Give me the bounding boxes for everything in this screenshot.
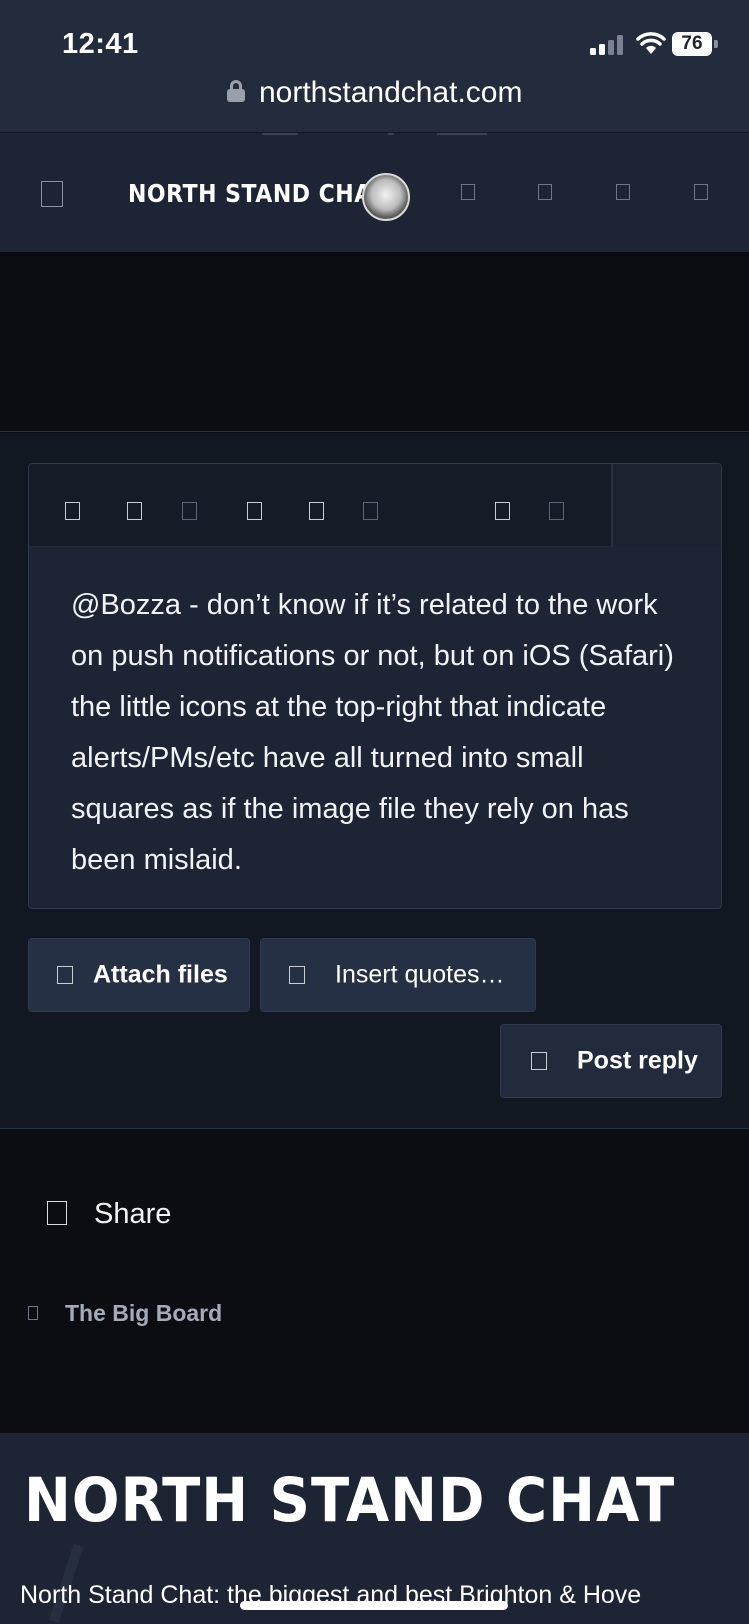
ios-status-bar: 12:41 76 northstandchat.com [0,0,749,132]
site-logo-text[interactable]: NORTH STAND CHAT [128,180,386,209]
whats-new-icon[interactable] [616,184,630,200]
post-reply-label: Post reply [577,1046,698,1075]
site-header: NORTH STAND CHAT [0,132,749,252]
messages-icon[interactable] [538,184,552,200]
image-icon[interactable] [309,502,324,520]
site-footer: NORTH STAND CHAT North Stand Chat: the b… [0,1433,749,1624]
attach-files-button[interactable]: Attach files [28,938,250,1012]
menu-icon[interactable] [41,181,63,207]
editor-toolbar [29,464,721,547]
footer-logo-text[interactable]: NORTH STAND CHAT [24,1466,675,1536]
header-tab-indicator [262,133,298,135]
insert-options-icon[interactable] [363,502,378,520]
breadcrumb-link[interactable]: The Big Board [65,1300,222,1327]
search-icon[interactable] [694,184,708,200]
bold-icon[interactable] [65,502,80,520]
header-tab-indicator [437,133,487,135]
status-time: 12:41 [62,28,139,60]
reply-icon [531,1052,547,1070]
italic-icon[interactable] [127,502,142,520]
content-spacer [0,252,749,432]
post-reply-button[interactable]: Post reply [500,1024,722,1098]
lock-icon [226,80,245,102]
thread-footer-area [0,1128,749,1433]
attach-files-label: Attach files [93,960,228,989]
share-icon[interactable] [47,1201,67,1225]
battery-nub [714,40,718,48]
paperclip-icon [57,966,73,984]
toolbar-preview-area[interactable] [613,464,721,547]
battery-icon: 76 [672,32,712,56]
url-text: northstandchat.com [258,76,523,109]
share-link[interactable]: Share [94,1198,171,1231]
insert-quotes-label: Insert quotes… [335,960,505,989]
more-text-options-icon[interactable] [182,502,197,520]
alerts-icon[interactable] [461,184,475,200]
home-indicator[interactable] [240,1601,508,1610]
insert-quotes-button[interactable]: Insert quotes… [260,938,536,1012]
cellular-signal-icon [590,35,626,55]
breadcrumb-icon [28,1306,38,1320]
header-tab-indicator [388,133,394,135]
wifi-icon [636,32,666,54]
site-logo-badge[interactable] [362,173,410,221]
address-bar[interactable]: northstandchat.com [0,76,749,120]
reply-editor[interactable]: @Bozza - don’t know if it’s related to t… [28,463,722,909]
quote-icon [289,966,305,984]
link-icon[interactable] [247,502,262,520]
editor-text[interactable]: @Bozza - don’t know if it’s related to t… [71,580,691,886]
more-options-icon[interactable] [549,502,564,520]
undo-icon[interactable] [495,502,510,520]
